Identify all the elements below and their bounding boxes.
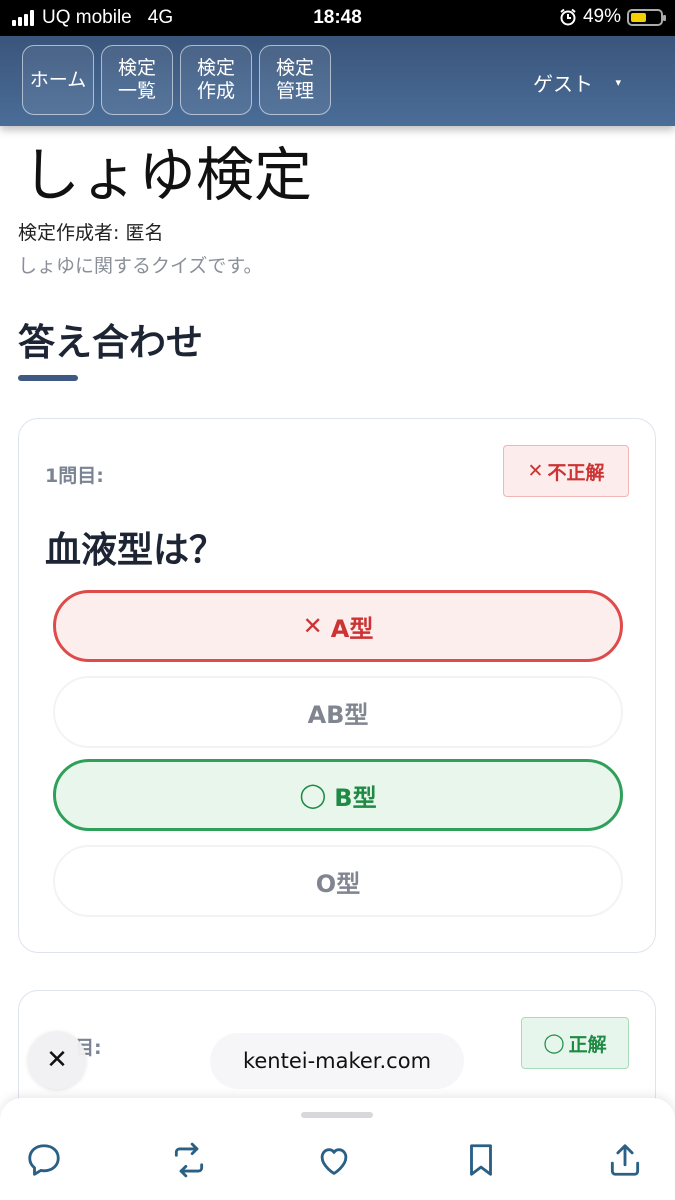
battery-percent: 49% <box>582 6 621 27</box>
result-badge-wrong: ✕ 不正解 <box>503 445 629 497</box>
share-icon[interactable] <box>605 1140 645 1180</box>
reply-icon[interactable] <box>24 1140 64 1180</box>
section-underline <box>18 375 78 381</box>
url-pill[interactable]: kentei-maker.com <box>210 1033 464 1089</box>
nav-kentei-manage-button[interactable]: 検定 管理 <box>259 45 331 115</box>
question-number: 1問目: <box>45 465 104 487</box>
option-a[interactable]: ✕ A型 <box>53 590 623 662</box>
status-bar: UQ mobile 4G 18:48 49% <box>0 0 675 36</box>
circle-icon: ◯ <box>543 1032 565 1054</box>
option-o[interactable]: O型 <box>53 845 623 917</box>
bottom-action-bar <box>0 1098 675 1200</box>
nav-kentei-list-button[interactable]: 検定 一覧 <box>101 45 173 115</box>
option-b[interactable]: ◯ B型 <box>53 759 623 831</box>
alarm-icon <box>560 8 576 26</box>
user-menu[interactable]: ゲスト <box>533 68 593 97</box>
author-line: 検定作成者: 匿名 <box>18 222 164 244</box>
nav-header: ホーム 検定 一覧 検定 作成 検定 管理 ゲスト ▾ <box>0 36 675 126</box>
bookmark-icon[interactable] <box>461 1140 501 1180</box>
drag-handle[interactable] <box>301 1112 373 1118</box>
section-title: 答え合わせ <box>18 321 203 364</box>
result-badge-correct: ◯ 正解 <box>521 1017 629 1069</box>
close-button[interactable]: ✕ <box>28 1031 86 1089</box>
cross-icon: ✕ <box>527 460 544 482</box>
battery-icon <box>627 8 666 26</box>
question-card-1: 1問目: ✕ 不正解 血液型は？ ✕ A型 AB型 ◯ B型 O型 <box>18 418 656 953</box>
chevron-down-icon[interactable]: ▾ <box>615 76 621 89</box>
nav-kentei-create-button[interactable]: 検定 作成 <box>180 45 252 115</box>
circle-icon: ◯ <box>299 781 327 809</box>
option-ab[interactable]: AB型 <box>53 676 623 748</box>
close-icon: ✕ <box>46 1045 68 1075</box>
question-text: 血液型は？ <box>45 530 226 571</box>
page-title: しょゆ検定 <box>22 141 313 209</box>
description: しょゆに関するクイズです。 <box>18 255 263 277</box>
url-text: kentei-maker.com <box>242 1049 432 1073</box>
retweet-icon[interactable] <box>169 1140 209 1180</box>
cross-icon: ✕ <box>302 612 323 640</box>
like-icon[interactable] <box>314 1140 354 1180</box>
nav-home-button[interactable]: ホーム <box>22 45 94 115</box>
